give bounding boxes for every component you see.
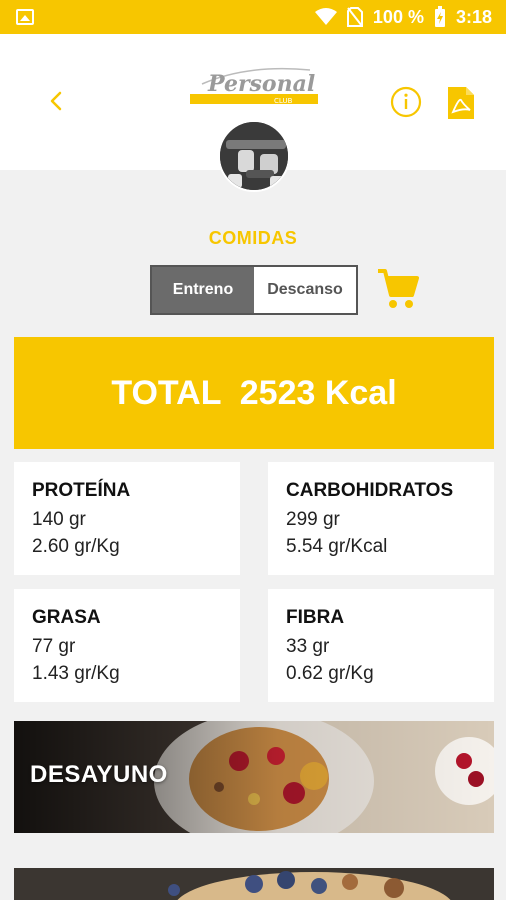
macro-card-fiber: FIBRA 33 gr 0.62 gr/Kg bbox=[268, 589, 494, 702]
training-rest-toggle: Entreno Descanso bbox=[150, 265, 358, 315]
macro-amount: 299 gr bbox=[286, 509, 340, 530]
macro-name: PROTEÍNA bbox=[32, 480, 131, 501]
logo-subtext: CLUB bbox=[274, 97, 293, 105]
macro-ratio: 2.60 gr/Kg bbox=[32, 536, 120, 557]
meal-card-desayuno[interactable]: DESAYUNO bbox=[14, 721, 494, 833]
battery-percent: 100 % bbox=[372, 6, 424, 27]
macro-card-protein: PROTEÍNA 140 gr 2.60 gr/Kg bbox=[14, 462, 240, 575]
macro-amount: 140 gr bbox=[32, 509, 86, 530]
avatar bbox=[218, 120, 290, 192]
tab-descanso[interactable]: Descanso bbox=[254, 267, 356, 313]
meal-photo bbox=[14, 868, 494, 900]
back-arrow-icon[interactable] bbox=[44, 84, 70, 118]
macro-amount: 33 gr bbox=[286, 636, 330, 657]
macro-name: FIBRA bbox=[286, 607, 345, 628]
info-icon[interactable] bbox=[390, 86, 422, 118]
status-right: 100 % 3:18 bbox=[314, 6, 492, 28]
macro-card-fat: GRASA 77 gr 1.43 gr/Kg bbox=[14, 589, 240, 702]
macro-name: CARBOHIDRATOS bbox=[286, 480, 454, 501]
meal-card-next[interactable] bbox=[14, 868, 494, 900]
section-title: COMIDAS bbox=[208, 228, 298, 248]
total-kcal-banner: TOTAL 2523 Kcal bbox=[14, 337, 494, 449]
wifi-icon bbox=[314, 8, 337, 25]
macro-card-carbs: CARBOHIDRATOS 299 gr 5.54 gr/Kcal bbox=[268, 462, 494, 575]
macro-ratio: 0.62 gr/Kg bbox=[286, 663, 374, 684]
shopping-cart-icon[interactable] bbox=[376, 268, 420, 310]
clock: 3:18 bbox=[455, 6, 492, 27]
macro-name: GRASA bbox=[32, 607, 101, 628]
tab-entreno[interactable]: Entreno bbox=[152, 267, 254, 313]
battery-charging-icon bbox=[434, 6, 445, 27]
logo-text: Personal bbox=[207, 71, 315, 97]
macro-ratio: 5.54 gr/Kcal bbox=[286, 536, 388, 557]
meal-label: DESAYUNO bbox=[30, 761, 168, 788]
pdf-icon[interactable] bbox=[446, 86, 476, 120]
status-bar: 100 % 3:18 bbox=[0, 0, 506, 34]
no-sim-icon bbox=[346, 7, 363, 27]
macro-ratio: 1.43 gr/Kg bbox=[32, 663, 120, 684]
macro-amount: 77 gr bbox=[32, 636, 76, 657]
personal-club-logo: Personal CLUB bbox=[188, 60, 320, 116]
image-notification-icon bbox=[16, 9, 34, 25]
